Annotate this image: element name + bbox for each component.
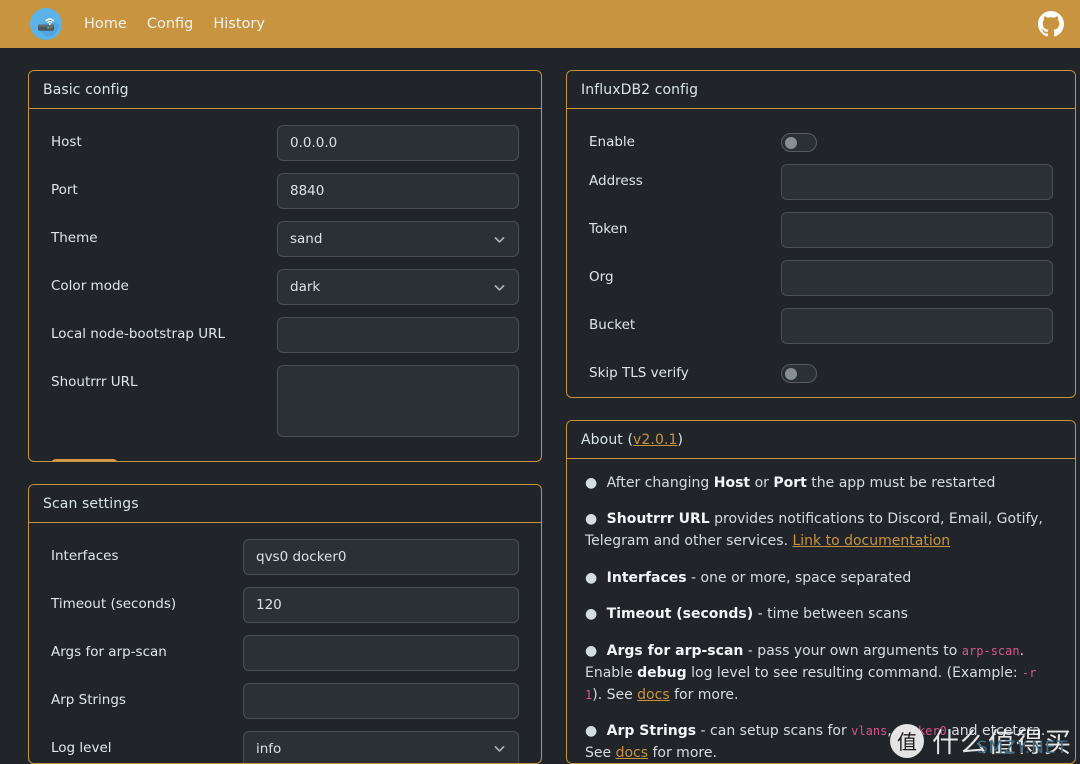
org-input[interactable] bbox=[781, 260, 1053, 296]
field-row-color-mode: Color mode dark bbox=[51, 269, 519, 305]
left-column: Basic config Host Port bbox=[28, 70, 542, 764]
log-level-select-value: info bbox=[256, 741, 281, 757]
field-row-address: Address bbox=[589, 164, 1053, 200]
color-mode-select[interactable]: dark bbox=[277, 269, 519, 305]
label-log-level: Log level bbox=[51, 731, 243, 756]
router-wifi-logo[interactable] bbox=[30, 8, 62, 40]
about-item: ● After changing Host or Port the app mu… bbox=[585, 473, 1057, 495]
chevron-down-icon bbox=[493, 233, 506, 246]
app-viewport: Home Config History Basic config Host bbox=[0, 0, 1080, 764]
field-row-bootstrap-url: Local node-bootstrap URL bbox=[51, 317, 519, 353]
theme-select-value: sand bbox=[290, 231, 322, 247]
field-row-timeout: Timeout (seconds) bbox=[51, 587, 519, 623]
influxdb2-config-body: Enable Address Token bbox=[567, 109, 1075, 398]
field-row-port: Port bbox=[51, 173, 519, 209]
skip-tls-toggle[interactable] bbox=[781, 364, 817, 383]
chevron-down-icon bbox=[493, 281, 506, 294]
label-timeout: Timeout (seconds) bbox=[51, 587, 243, 612]
scan-settings-body: Interfaces Timeout (seconds) Args for ar… bbox=[29, 523, 541, 764]
field-row-arp-scan-args: Args for arp-scan bbox=[51, 635, 519, 671]
about-item: ● Shoutrrr URL provides notifications to… bbox=[585, 509, 1057, 552]
about-body: ● After changing Host or Port the app mu… bbox=[567, 459, 1075, 764]
scan-settings-card: Scan settings Interfaces Timeout (second… bbox=[28, 484, 542, 764]
about-card: About (v2.0.1) ● After changing Host or … bbox=[566, 420, 1076, 764]
nav-link-history[interactable]: History bbox=[213, 17, 265, 32]
label-address: Address bbox=[589, 164, 781, 189]
log-level-select[interactable]: info bbox=[243, 731, 519, 764]
basic-config-title: Basic config bbox=[29, 71, 541, 109]
about-title-suffix: ) bbox=[678, 432, 684, 448]
about-title: About (v2.0.1) bbox=[567, 421, 1075, 459]
label-interfaces: Interfaces bbox=[51, 539, 243, 564]
watermark-subtext: SMZY.NET bbox=[977, 738, 1068, 758]
label-skip-tls: Skip TLS verify bbox=[589, 356, 781, 381]
arp-strings-input[interactable] bbox=[243, 683, 519, 719]
theme-select[interactable]: sand bbox=[277, 221, 519, 257]
bootstrap-url-input[interactable] bbox=[277, 317, 519, 353]
about-version-link[interactable]: v2.0.1 bbox=[633, 432, 678, 448]
interfaces-input[interactable] bbox=[243, 539, 519, 575]
label-arp-strings: Arp Strings bbox=[51, 683, 243, 708]
field-row-token: Token bbox=[589, 212, 1053, 248]
field-row-skip-tls: Skip TLS verify bbox=[589, 356, 1053, 383]
github-icon[interactable] bbox=[1038, 11, 1064, 37]
shoutrrr-url-textarea[interactable] bbox=[277, 365, 519, 437]
label-theme: Theme bbox=[51, 221, 277, 246]
field-row-shoutrrr-url: Shoutrrr URL bbox=[51, 365, 519, 441]
field-row-theme: Theme sand bbox=[51, 221, 519, 257]
address-input[interactable] bbox=[781, 164, 1053, 200]
basic-config-save-button[interactable]: Save bbox=[51, 459, 118, 462]
right-column: InfluxDB2 config Enable Address bbox=[566, 70, 1076, 764]
field-row-bucket: Bucket bbox=[589, 308, 1053, 344]
nav-link-home[interactable]: Home bbox=[84, 17, 127, 32]
label-bucket: Bucket bbox=[589, 308, 781, 333]
about-title-prefix: About ( bbox=[581, 432, 633, 448]
influxdb2-config-title: InfluxDB2 config bbox=[567, 71, 1075, 109]
about-item: ● Timeout (seconds) - time between scans bbox=[585, 604, 1057, 626]
basic-config-body: Host Port Theme bbox=[29, 109, 541, 462]
label-bootstrap-url: Local node-bootstrap URL bbox=[51, 317, 277, 342]
label-org: Org bbox=[589, 260, 781, 285]
page-content: Basic config Host Port bbox=[0, 48, 1080, 764]
field-row-enable: Enable bbox=[589, 125, 1053, 152]
nav-links: Home Config History bbox=[84, 17, 265, 32]
label-token: Token bbox=[589, 212, 781, 237]
field-row-org: Org bbox=[589, 260, 1053, 296]
enable-toggle[interactable] bbox=[781, 133, 817, 152]
influxdb2-config-card: InfluxDB2 config Enable Address bbox=[566, 70, 1076, 398]
field-row-host: Host bbox=[51, 125, 519, 161]
field-row-log-level: Log level info bbox=[51, 731, 519, 764]
arp-scan-args-input[interactable] bbox=[243, 635, 519, 671]
label-host: Host bbox=[51, 125, 277, 150]
color-mode-select-value: dark bbox=[290, 279, 320, 295]
about-item: ● Interfaces - one or more, space separa… bbox=[585, 568, 1057, 590]
scan-settings-title: Scan settings bbox=[29, 485, 541, 523]
about-item: ● Args for arp-scan - pass your own argu… bbox=[585, 641, 1057, 706]
field-row-arp-strings: Arp Strings bbox=[51, 683, 519, 719]
port-input[interactable] bbox=[277, 173, 519, 209]
label-enable: Enable bbox=[589, 125, 781, 150]
basic-config-card: Basic config Host Port bbox=[28, 70, 542, 462]
label-shoutrrr-url: Shoutrrr URL bbox=[51, 365, 277, 390]
field-row-interfaces: Interfaces bbox=[51, 539, 519, 575]
navbar: Home Config History bbox=[0, 0, 1080, 48]
nav-link-config[interactable]: Config bbox=[147, 17, 194, 32]
label-arp-scan-args: Args for arp-scan bbox=[51, 635, 243, 660]
host-input[interactable] bbox=[277, 125, 519, 161]
chevron-down-icon bbox=[493, 742, 506, 755]
token-input[interactable] bbox=[781, 212, 1053, 248]
label-color-mode: Color mode bbox=[51, 269, 277, 294]
timeout-input[interactable] bbox=[243, 587, 519, 623]
label-port: Port bbox=[51, 173, 277, 198]
bucket-input[interactable] bbox=[781, 308, 1053, 344]
